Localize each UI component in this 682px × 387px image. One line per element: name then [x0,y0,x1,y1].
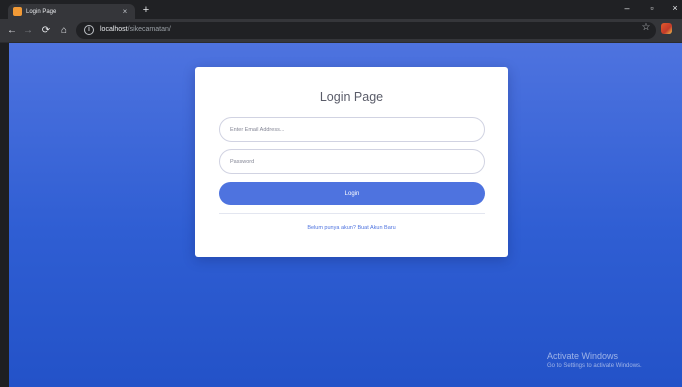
tab-close-icon[interactable]: × [119,7,131,17]
login-card: Login Page Login Belum punya akun? Buat … [195,67,508,257]
extension-icon[interactable] [661,23,672,34]
register-link[interactable]: Belum punya akun? Buat Akun Baru [195,225,508,231]
watermark-subtitle: Go to Settings to activate Windows. [547,363,642,369]
home-icon[interactable]: ⌂ [58,24,70,38]
activation-watermark: Activate Windows Go to Settings to activ… [547,351,642,371]
email-field[interactable] [219,117,485,142]
url-path: /sikecamatan/ [127,26,171,33]
minimize-icon[interactable]: – [620,3,634,13]
info-icon[interactable]: i [84,25,94,35]
page-title: Login Page [319,90,384,104]
star-icon[interactable]: ☆ [640,22,652,34]
favicon-icon [13,7,22,16]
url-text[interactable]: localhost/sikecamatan/ [100,25,171,35]
password-field[interactable] [219,149,485,174]
watermark-title: Activate Windows [547,351,619,361]
browser-tab[interactable]: Login Page × [8,4,135,19]
url-host: localhost [100,26,128,33]
new-tab-button[interactable]: + [140,4,152,16]
tab-title: Login Page [26,8,57,15]
reload-icon[interactable]: ⟳ [40,24,52,38]
divider [219,213,485,214]
login-button[interactable]: Login [219,182,485,205]
browser-toolbar: ← → ⟳ ⌂ i localhost/sikecamatan/ ☆ [0,19,682,43]
browser-tab-strip: Login Page × + – ▫ × [0,0,682,19]
address-bar[interactable]: i localhost/sikecamatan/ [76,22,656,39]
window-close-icon[interactable]: × [668,3,682,13]
back-arrow-icon[interactable]: ← [6,24,18,38]
page-background: Login Page Login Belum punya akun? Buat … [9,43,682,387]
maximize-icon[interactable]: ▫ [645,3,659,13]
forward-arrow-icon[interactable]: → [22,24,34,38]
